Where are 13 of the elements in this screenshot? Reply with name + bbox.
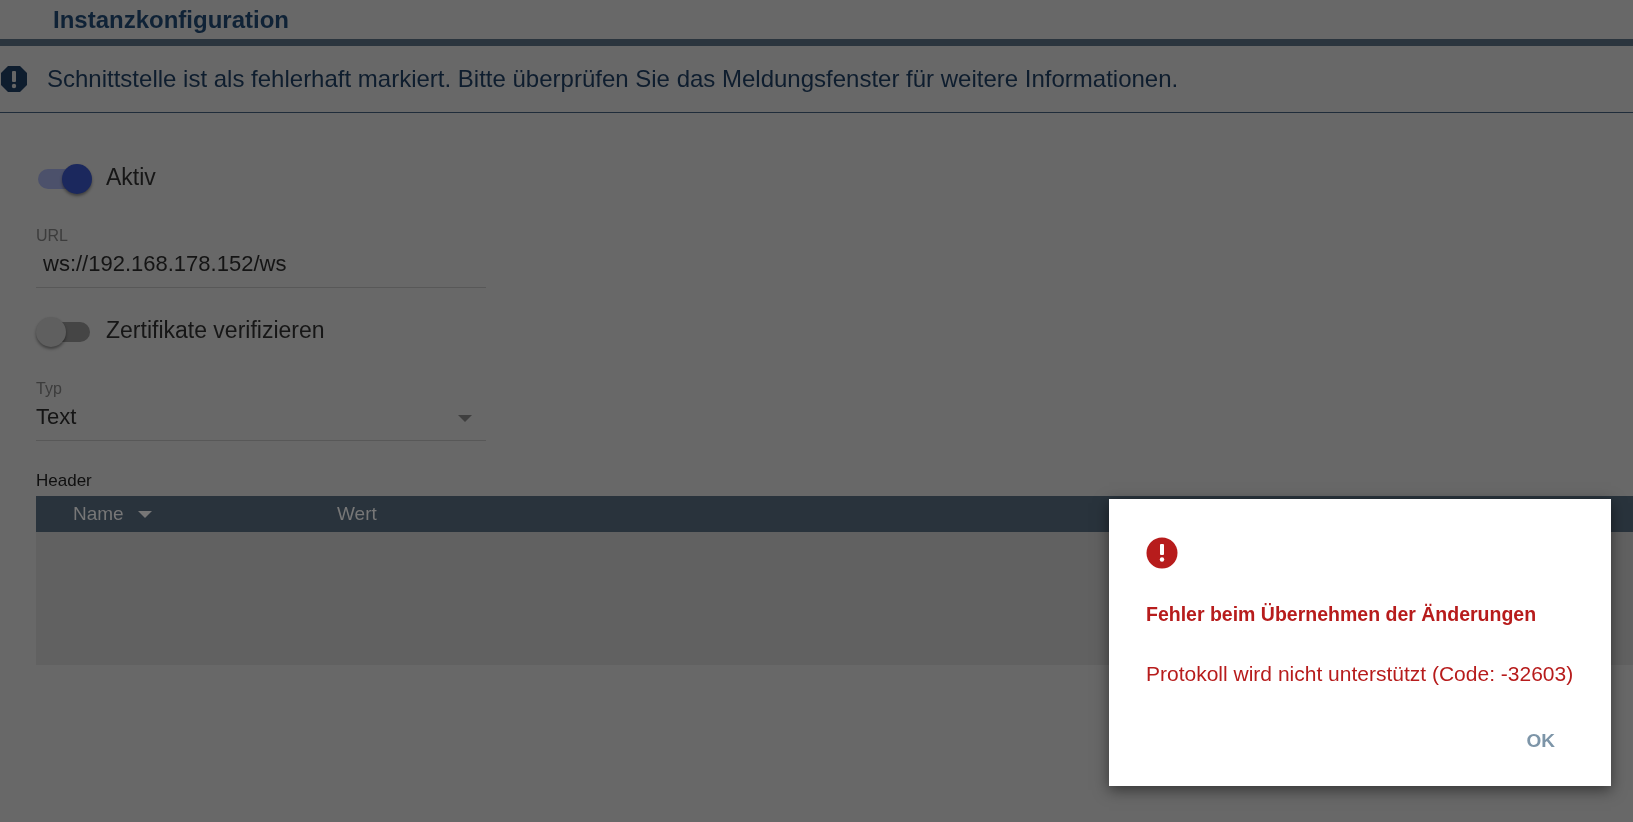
- sort-caret-icon[interactable]: [137, 510, 152, 518]
- column-header[interactable]: Wert: [337, 503, 377, 525]
- error-icon: [1146, 537, 1178, 569]
- alert-message: Schnittstelle ist als fehlerhaft markiert. Bitte überprüfen Sie das Meldungsfenster für weitere Informationen.: [47, 65, 1179, 93]
- dropdown-caret-icon: [458, 415, 472, 422]
- toggle-label: Zertifikate verifizieren: [106, 316, 325, 344]
- toggle-label: Aktiv: [106, 163, 156, 191]
- dialog-title: Fehler beim Übernehmen der Änderungen: [1146, 603, 1537, 626]
- column-header[interactable]: Name: [73, 503, 124, 525]
- dialog-message: Protokoll wird nicht unterstützt (Code: -32603): [1146, 662, 1574, 686]
- ok-button[interactable]: OK: [1516, 722, 1565, 760]
- page-title: Instanzkonfiguration: [53, 5, 289, 34]
- table-label: Header: [36, 471, 92, 491]
